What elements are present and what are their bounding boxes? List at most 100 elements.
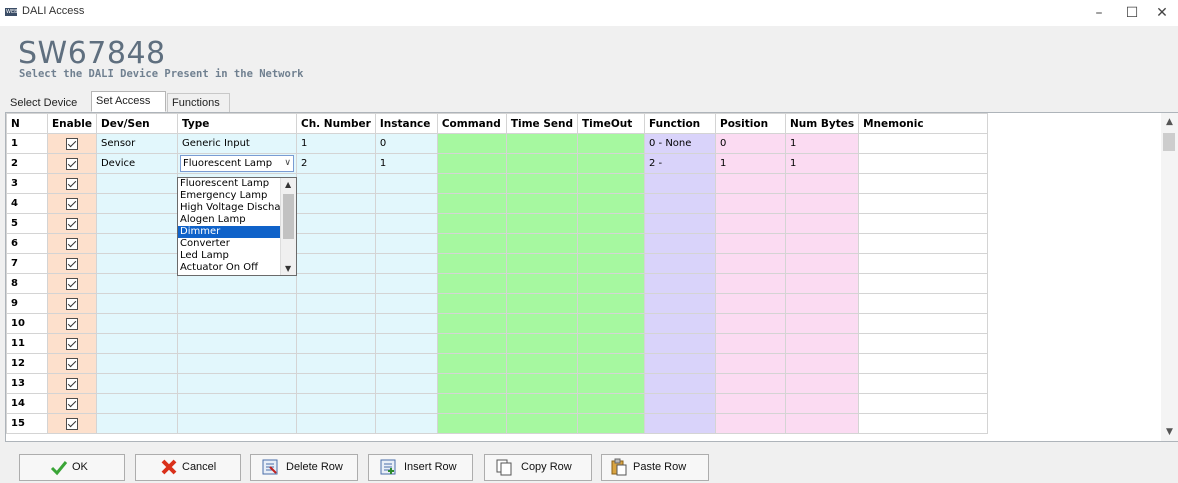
enable-checkbox[interactable] [65, 198, 78, 210]
command-cell[interactable] [436, 333, 507, 354]
table-row[interactable]: 7 [6, 253, 989, 274]
instance-cell[interactable] [374, 253, 438, 274]
instance-cell[interactable]: 1 [374, 153, 438, 174]
enable-checkbox[interactable] [65, 238, 78, 250]
table-row[interactable]: 2 Device Fluorescent Lamp ∨ 2 1 2 -11 [6, 153, 989, 174]
dev-sen-cell[interactable] [95, 313, 178, 334]
command-cell[interactable] [436, 353, 507, 374]
timeout-cell[interactable] [577, 413, 645, 434]
mnemonic-cell[interactable] [858, 133, 989, 154]
mnemonic-cell[interactable] [858, 153, 989, 174]
timeout-cell[interactable] [577, 273, 645, 294]
timeout-cell[interactable] [577, 393, 645, 414]
function-cell[interactable]: 0 - None [644, 133, 716, 154]
table-row[interactable]: 15 [6, 413, 989, 434]
col-header-n[interactable]: N [6, 113, 48, 134]
mnemonic-cell[interactable] [858, 213, 989, 234]
col-header-mnemonic[interactable]: Mnemonic [858, 113, 989, 134]
num-bytes-cell[interactable] [784, 353, 860, 374]
dev-sen-cell[interactable] [95, 253, 178, 274]
timeout-cell[interactable] [577, 313, 645, 334]
dev-sen-cell[interactable] [95, 193, 178, 214]
position-cell[interactable] [715, 353, 786, 374]
function-cell[interactable] [644, 413, 716, 434]
mnemonic-cell[interactable] [858, 273, 989, 294]
ch-number-cell[interactable] [295, 193, 376, 214]
timeout-cell[interactable] [577, 253, 645, 274]
ch-number-cell[interactable] [295, 173, 376, 194]
command-cell[interactable] [436, 233, 507, 254]
num-bytes-cell[interactable] [784, 253, 860, 274]
col-header-function[interactable]: Function [644, 113, 716, 134]
enable-cell[interactable] [47, 413, 97, 434]
enable-cell[interactable] [47, 373, 97, 394]
command-cell[interactable] [436, 313, 507, 334]
enable-cell[interactable] [47, 173, 97, 194]
dev-sen-cell[interactable] [95, 393, 178, 414]
dev-sen-cell[interactable] [95, 333, 178, 354]
num-bytes-cell[interactable] [784, 373, 860, 394]
time-send-cell[interactable] [505, 213, 579, 234]
timeout-cell[interactable] [577, 233, 645, 254]
enable-cell[interactable] [47, 193, 97, 214]
function-cell[interactable] [644, 233, 716, 254]
dev-sen-cell[interactable] [95, 413, 178, 434]
timeout-cell[interactable] [577, 173, 645, 194]
table-row[interactable]: 12 [6, 353, 989, 374]
time-send-cell[interactable] [505, 313, 579, 334]
enable-cell[interactable] [47, 273, 97, 294]
position-cell[interactable] [715, 293, 786, 314]
dev-sen-cell[interactable] [95, 373, 178, 394]
delete-row-button[interactable]: Delete Row [250, 454, 358, 481]
instance-cell[interactable]: 0 [374, 133, 438, 154]
num-bytes-cell[interactable] [784, 293, 860, 314]
tab-functions[interactable]: Functions [167, 93, 230, 112]
ch-number-cell[interactable] [295, 293, 376, 314]
dropdown-option[interactable]: Actuator On Off [178, 262, 280, 274]
time-send-cell[interactable] [505, 373, 579, 394]
mnemonic-cell[interactable] [858, 193, 989, 214]
col-header-dev-sen[interactable]: Dev/Sen [95, 113, 178, 134]
command-cell[interactable] [436, 273, 507, 294]
mnemonic-cell[interactable] [858, 233, 989, 254]
function-cell[interactable] [644, 213, 716, 234]
mnemonic-cell[interactable] [858, 353, 989, 374]
type-select[interactable]: Fluorescent Lamp ∨ [179, 155, 294, 172]
dev-sen-cell[interactable] [95, 233, 178, 254]
scroll-down-icon[interactable]: ▼ [285, 264, 291, 273]
mnemonic-cell[interactable] [858, 413, 989, 434]
timeout-cell[interactable] [577, 193, 645, 214]
ch-number-cell[interactable] [295, 373, 376, 394]
dropdown-option[interactable]: Fluorescent Lamp [178, 178, 280, 190]
scroll-up-icon[interactable]: ▲ [285, 180, 291, 189]
col-header-enable[interactable]: Enable [47, 113, 97, 134]
enable-cell[interactable] [47, 333, 97, 354]
ch-number-cell[interactable] [295, 253, 376, 274]
ch-number-cell[interactable]: 1 [295, 133, 376, 154]
time-send-cell[interactable] [505, 333, 579, 354]
position-cell[interactable] [715, 333, 786, 354]
position-cell[interactable] [715, 213, 786, 234]
time-send-cell[interactable] [505, 413, 579, 434]
instance-cell[interactable] [374, 413, 438, 434]
type-cell[interactable] [176, 313, 297, 334]
table-row[interactable]: 11 [6, 333, 989, 354]
command-cell[interactable] [436, 153, 507, 174]
position-cell[interactable] [715, 313, 786, 334]
type-cell[interactable] [176, 273, 297, 294]
ch-number-cell[interactable] [295, 413, 376, 434]
function-cell[interactable] [644, 353, 716, 374]
copy-row-button[interactable]: Copy Row [484, 454, 592, 481]
function-cell[interactable] [644, 293, 716, 314]
function-cell[interactable] [644, 393, 716, 414]
table-row[interactable]: 5 [6, 213, 989, 234]
time-send-cell[interactable] [505, 393, 579, 414]
enable-checkbox[interactable] [65, 418, 78, 430]
position-cell[interactable] [715, 273, 786, 294]
enable-checkbox[interactable] [65, 358, 78, 370]
col-header-num-bytes[interactable]: Num Bytes [784, 113, 860, 134]
command-cell[interactable] [436, 293, 507, 314]
num-bytes-cell[interactable] [784, 213, 860, 234]
enable-checkbox[interactable] [65, 158, 78, 170]
position-cell[interactable] [715, 413, 786, 434]
